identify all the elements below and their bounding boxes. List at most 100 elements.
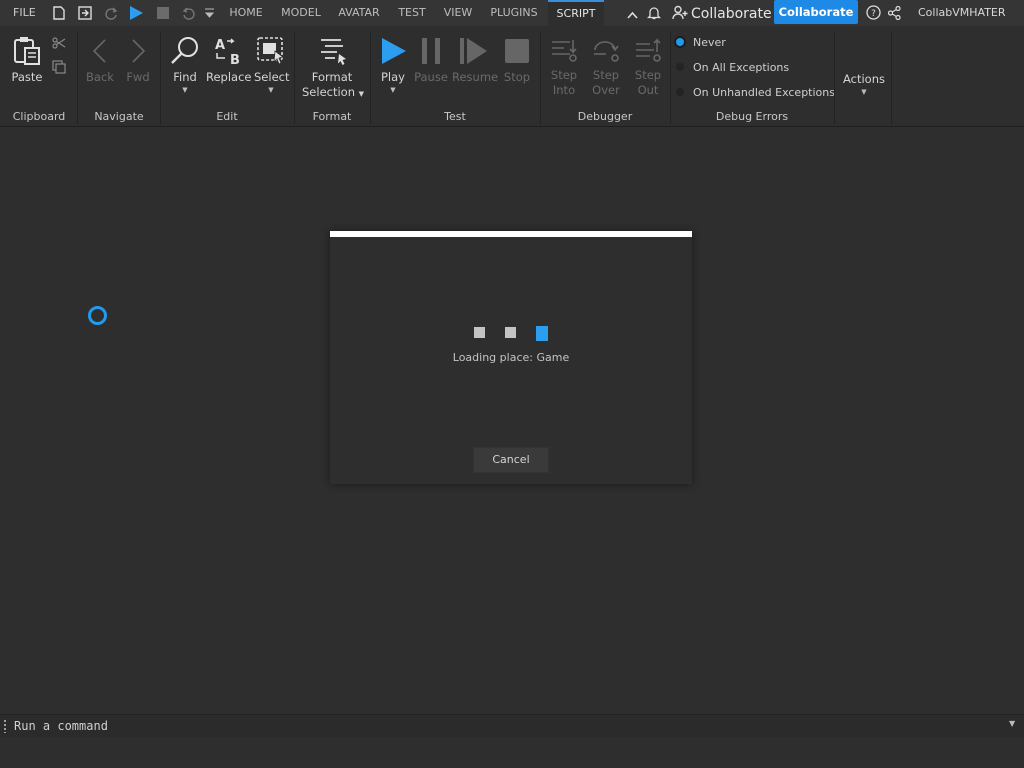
collaborate-button[interactable]: Collaborate <box>774 0 858 24</box>
play-label: Play <box>381 70 405 84</box>
debug-errors-option-unhandled[interactable]: On Unhandled Exceptions <box>676 85 835 101</box>
pause-label: Pause <box>414 70 448 84</box>
command-input[interactable] <box>14 716 994 736</box>
cancel-button[interactable]: Cancel <box>473 447 549 473</box>
open-file-icon[interactable] <box>78 6 92 23</box>
find-label: Find <box>173 70 197 84</box>
undo-icon[interactable] <box>182 6 196 23</box>
step-into-label-2: Into <box>552 83 576 97</box>
chevron-left-icon <box>92 39 106 63</box>
group-label-test: Test <box>444 110 466 123</box>
format-dropdown-icon: ▼ <box>358 90 365 98</box>
option-label: Never <box>693 36 726 49</box>
tab-home[interactable]: HOME <box>222 0 270 26</box>
find-button[interactable]: Find ▼ <box>168 36 202 95</box>
play-dropdown-icon: ▼ <box>390 86 396 94</box>
play-button[interactable]: Play ▼ <box>376 36 410 95</box>
radio-unselected-icon <box>676 63 684 71</box>
resume-icon <box>460 38 487 64</box>
step-into-button[interactable]: Step Into <box>546 36 582 98</box>
loading-indicator-dot <box>474 327 485 338</box>
tab-view[interactable]: VIEW <box>438 0 478 26</box>
select-button[interactable]: Select ▼ <box>254 36 289 95</box>
customize-dropdown-icon[interactable] <box>204 7 215 22</box>
collapse-ribbon-icon[interactable] <box>627 8 638 22</box>
step-out-icon <box>636 38 661 62</box>
script-ribbon: Paste Clipboard Back Fwd Navigate Find ▼… <box>0 26 1024 127</box>
step-into-icon <box>552 40 577 62</box>
status-bar <box>0 737 1024 768</box>
help-icon[interactable]: ? <box>866 5 881 23</box>
group-label-format: Format <box>312 110 352 123</box>
chevron-down-icon[interactable]: ▼ <box>1009 719 1015 728</box>
format-selection-text: Selection <box>302 85 355 99</box>
add-user-icon <box>672 5 688 20</box>
tab-avatar[interactable]: AVATAR <box>333 0 385 26</box>
resume-label: Resume <box>452 70 499 84</box>
share-icon[interactable] <box>887 5 901 23</box>
pause-icon <box>422 38 440 64</box>
svg-text:B: B <box>230 53 240 66</box>
radio-selected-icon <box>676 38 684 46</box>
drag-handle-icon[interactable] <box>4 719 6 733</box>
replace-button[interactable]: A B Replace <box>206 36 252 85</box>
copy-icon[interactable] <box>52 60 66 77</box>
actions-dropdown-icon: ▼ <box>861 88 867 96</box>
back-button[interactable]: Back <box>84 38 116 85</box>
chevron-right-icon <box>132 39 146 63</box>
pause-button[interactable]: Pause <box>414 36 448 85</box>
option-label: On All Exceptions <box>693 61 790 74</box>
paste-button[interactable]: Paste <box>8 36 46 85</box>
loading-dialog: Loading place: Game Cancel <box>330 231 692 484</box>
option-label: On Unhandled Exceptions <box>693 86 835 99</box>
stop-icon[interactable] <box>157 7 169 22</box>
tab-model[interactable]: MODEL <box>276 0 326 26</box>
format-label-line2: Selection ▼ <box>302 85 365 102</box>
select-dropdown-icon: ▼ <box>268 86 274 94</box>
step-out-button[interactable]: Step Out <box>630 36 666 98</box>
paste-icon <box>14 37 40 65</box>
step-over-label-2: Over <box>592 83 620 97</box>
stop-label: Stop <box>503 70 531 84</box>
cut-icon[interactable] <box>52 36 66 53</box>
debug-errors-option-never[interactable]: Never <box>676 35 726 51</box>
username-menu[interactable]: CollabVMHATER <box>918 0 1006 26</box>
resume-button[interactable]: Resume <box>452 36 499 85</box>
select-icon <box>257 37 284 65</box>
new-file-icon[interactable] <box>53 6 65 23</box>
step-out-label-1: Step <box>634 68 662 82</box>
stop-button[interactable]: Stop <box>500 36 534 85</box>
step-over-button[interactable]: Step Over <box>588 36 624 98</box>
play-icon[interactable] <box>129 6 143 23</box>
step-out-label-2: Out <box>637 83 659 97</box>
tab-plugins[interactable]: PLUGINS <box>485 0 543 26</box>
redo-icon[interactable] <box>104 6 118 23</box>
actions-label: Actions <box>842 72 885 86</box>
loading-indicator-dot-active <box>536 326 548 341</box>
ribbon-divider <box>891 32 892 124</box>
notification-bell-icon[interactable] <box>646 5 662 23</box>
group-label-debugger: Debugger <box>577 110 633 123</box>
dialog-title-bar <box>330 231 692 237</box>
group-label-navigate: Navigate <box>94 110 144 123</box>
collaborate-link-label: Collaborate <box>691 6 772 22</box>
collaborate-link[interactable]: Collaborate <box>672 0 772 26</box>
group-label-edit: Edit <box>216 110 238 123</box>
back-label: Back <box>86 70 114 84</box>
tab-script[interactable]: SCRIPT <box>548 0 604 26</box>
find-dropdown-icon: ▼ <box>182 86 188 94</box>
radio-unselected-icon <box>676 88 684 96</box>
loading-spinner-icon <box>88 306 107 325</box>
ribbon-divider <box>834 32 835 124</box>
format-icon <box>321 39 346 65</box>
format-selection-button[interactable]: Format Selection ▼ <box>302 36 365 102</box>
tab-test[interactable]: TEST <box>392 0 432 26</box>
step-over-label-1: Step <box>592 68 620 82</box>
forward-label: Fwd <box>126 70 150 84</box>
play-icon <box>382 38 406 64</box>
replace-label: Replace <box>206 70 252 84</box>
forward-button[interactable]: Fwd <box>122 38 154 85</box>
actions-button[interactable]: Actions ▼ <box>838 72 890 97</box>
debug-errors-option-all[interactable]: On All Exceptions <box>676 60 789 76</box>
file-menu[interactable]: FILE <box>13 0 36 26</box>
